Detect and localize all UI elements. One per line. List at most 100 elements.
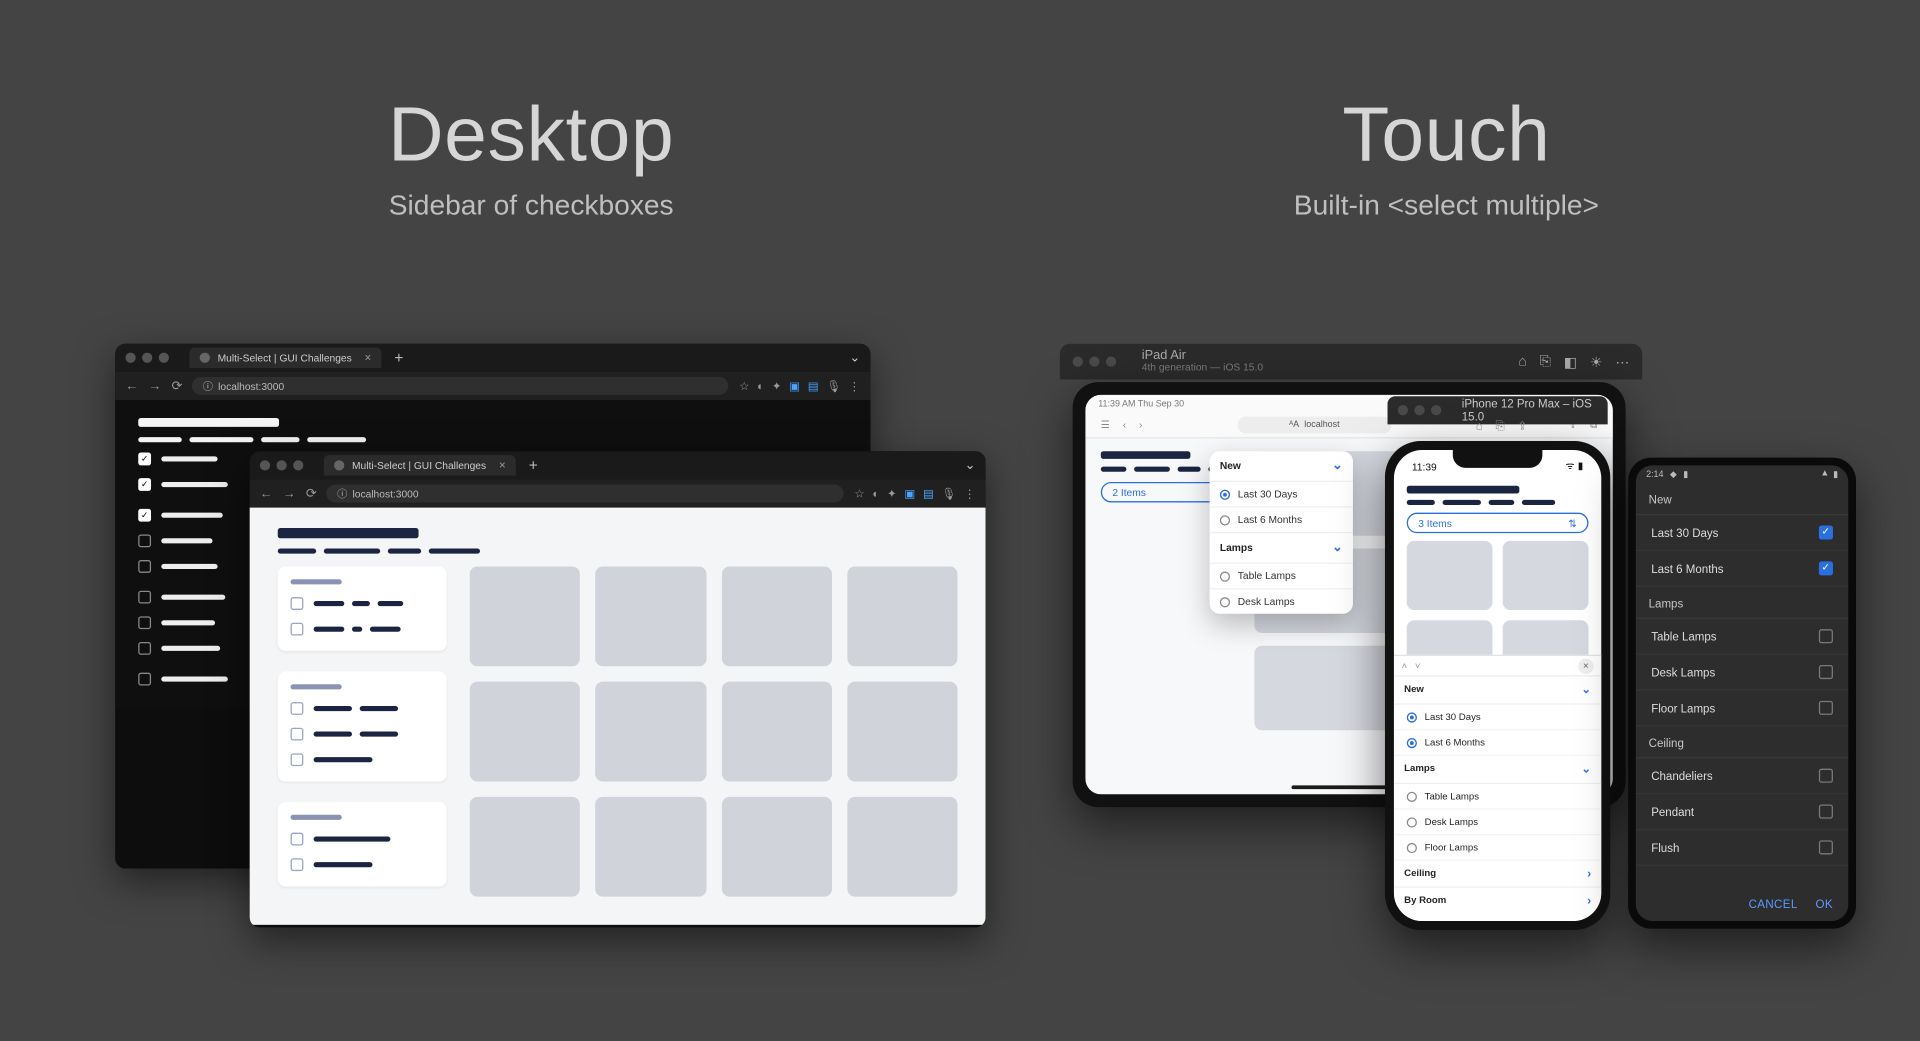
result-tile[interactable] [1503,540,1589,609]
option-last-30-days[interactable]: Last 30 Days [1636,515,1848,551]
result-tile[interactable] [1407,540,1493,609]
tab-title: Multi-Select | GUI Challenges [218,352,352,364]
address-bar[interactable]: ⓘ localhost:3000 [327,484,844,502]
star-icon: ☆ [854,486,864,500]
traffic-lights[interactable] [1073,356,1117,366]
result-tile[interactable] [596,681,706,781]
iphone-multiselect[interactable]: 3 Items ⇅ [1407,512,1589,532]
iphone-simulator-toolbar[interactable]: ⌂⎘⇪ [1444,416,1559,434]
option-last-30-days[interactable]: Last 30 Days [1394,704,1601,730]
ipad-address-bar[interactable]: ᴬA localhost [1238,416,1392,433]
touch-title: Touch [1075,90,1817,178]
result-tile[interactable] [470,566,580,666]
result-tile[interactable] [847,681,957,781]
option-last-6-months[interactable]: Last 6 Months [1636,551,1848,587]
extension-icons[interactable]: ☆ ◐ ✦ ▣ ▤ 🎙 ⋮ [854,486,975,500]
filter-group-card [278,566,447,650]
new-tab-button[interactable]: + [529,456,538,474]
filter-option[interactable] [291,597,434,610]
option-floor-lamps[interactable]: Floor Lamps [1394,835,1601,861]
result-tile[interactable] [596,566,706,666]
chevron-updown-icon: ⇅ [1568,517,1577,529]
window-menu-icon[interactable]: ⌄ [849,350,860,364]
ipad-select-popover[interactable]: New ⌄ Last 30 Days Last 6 Months Lamps ⌄… [1210,451,1353,614]
tabstrip: Multi-Select | GUI Challenges × + ⌄ [115,343,870,371]
filter-option[interactable] [291,858,434,871]
option-last-30-days[interactable]: Last 30 Days [1210,480,1353,506]
ok-button[interactable]: OK [1816,897,1833,910]
close-tab-icon[interactable]: × [499,458,506,471]
mic-icon: 🎙 [826,378,841,392]
reload-icon[interactable]: ⟳ [172,378,183,392]
option-desk-lamps[interactable]: Desk Lamps [1210,588,1353,614]
sidebar-toggle-icon[interactable]: ☰ [1101,419,1110,431]
browser-tab[interactable]: Multi-Select | GUI Challenges × [324,455,516,475]
close-tab-icon[interactable]: × [365,351,372,364]
group-lamps-label: Lamps [1404,762,1435,776]
result-tile[interactable] [847,796,957,896]
group-byroom-label: By Room [1404,894,1446,907]
filter-option[interactable] [291,753,434,766]
result-tile[interactable] [721,796,831,896]
filter-group-card [278,801,447,885]
result-tile[interactable] [596,796,706,896]
checkbox-icon [1819,768,1833,782]
ipad-simulator-titlebar: iPad Air 4th generation — iOS 15.0 ⌂ ⎘ ◧… [1060,343,1642,379]
option-table-lamps[interactable]: Table Lamps [1210,562,1353,588]
traffic-lights[interactable] [1398,405,1442,415]
cancel-button[interactable]: CANCEL [1749,897,1798,910]
radio-off-icon [1220,596,1230,606]
share-icon: ⇪ [1518,418,1528,432]
result-tile[interactable] [470,796,580,896]
new-tab-button[interactable]: + [394,348,403,366]
option-last-6-months[interactable]: Last 6 Months [1394,730,1601,756]
option-last-6-months[interactable]: Last 6 Months [1210,506,1353,532]
prev-icon[interactable]: ˄ [1402,659,1408,671]
filter-option[interactable] [291,727,434,740]
result-tile[interactable] [470,681,580,781]
result-tile[interactable] [721,566,831,666]
group-ceiling-label: Ceiling [1404,867,1436,880]
nav-back-icon[interactable]: ← [260,486,273,500]
site-info-icon[interactable]: ⓘ [337,486,347,500]
option-chandeliers[interactable]: Chandeliers [1636,758,1848,794]
simulator-toolbar-icons[interactable]: ⌂ ⎘ ◧ ☀ ⋯ [1518,353,1629,370]
close-icon[interactable]: × [1578,657,1593,672]
extension-icons[interactable]: ☆ ◐ ✦ ▣ ▤ 🎙 ⋮ [739,378,860,392]
option-floor-lamps[interactable]: Floor Lamps [1636,690,1848,726]
radio-off-icon [1407,816,1417,826]
omnibar: ← → ⟳ ⓘ localhost:3000 ☆ ◐ ✦ ▣ ▤ 🎙 ⋮ [115,371,870,399]
traffic-lights[interactable] [125,352,169,362]
option-flush[interactable]: Flush [1636,830,1848,866]
site-info-icon[interactable]: ⓘ [203,378,213,392]
filter-option[interactable] [291,832,434,845]
option-desk-lamps[interactable]: Desk Lamps [1636,654,1848,690]
mic-icon: 🎙 [942,486,957,500]
iphone-time: 11:39 [1412,461,1437,473]
iphone-select-sheet[interactable]: ˄˅ × New ⌄ Last 30 Days Last 6 Months La… [1394,654,1601,920]
browser-tab[interactable]: Multi-Select | GUI Challenges × [189,347,381,367]
rotate-icon: ◧ [1564,353,1577,370]
result-tile[interactable] [721,681,831,781]
result-tile[interactable] [847,566,957,666]
window-menu-icon[interactable]: ⌄ [965,458,976,472]
group-ceiling-label: Ceiling [1636,726,1848,758]
puzzle-icon: ✦ [772,378,782,392]
nav-back-icon[interactable]: ← [125,378,138,392]
option-desk-lamps[interactable]: Desk Lamps [1394,809,1601,835]
filter-option[interactable] [291,622,434,635]
option-table-lamps[interactable]: Table Lamps [1394,784,1601,810]
nav-back-icon[interactable]: ‹ [1123,419,1126,431]
nav-forward-icon[interactable]: → [283,486,296,500]
traffic-lights[interactable] [260,460,304,470]
reload-icon[interactable]: ⟳ [306,486,317,500]
nav-forward-icon[interactable]: → [148,378,161,392]
next-icon[interactable]: ˅ [1415,659,1421,671]
option-pendant[interactable]: Pendant [1636,794,1848,830]
filter-option[interactable] [291,702,434,715]
option-table-lamps[interactable]: Table Lamps [1636,618,1848,654]
filter-group-card [278,671,447,781]
address-bar[interactable]: ⓘ localhost:3000 [193,376,729,394]
nav-forward-icon[interactable]: › [1139,419,1142,431]
iphone-selected-label: 3 Items [1418,517,1452,529]
